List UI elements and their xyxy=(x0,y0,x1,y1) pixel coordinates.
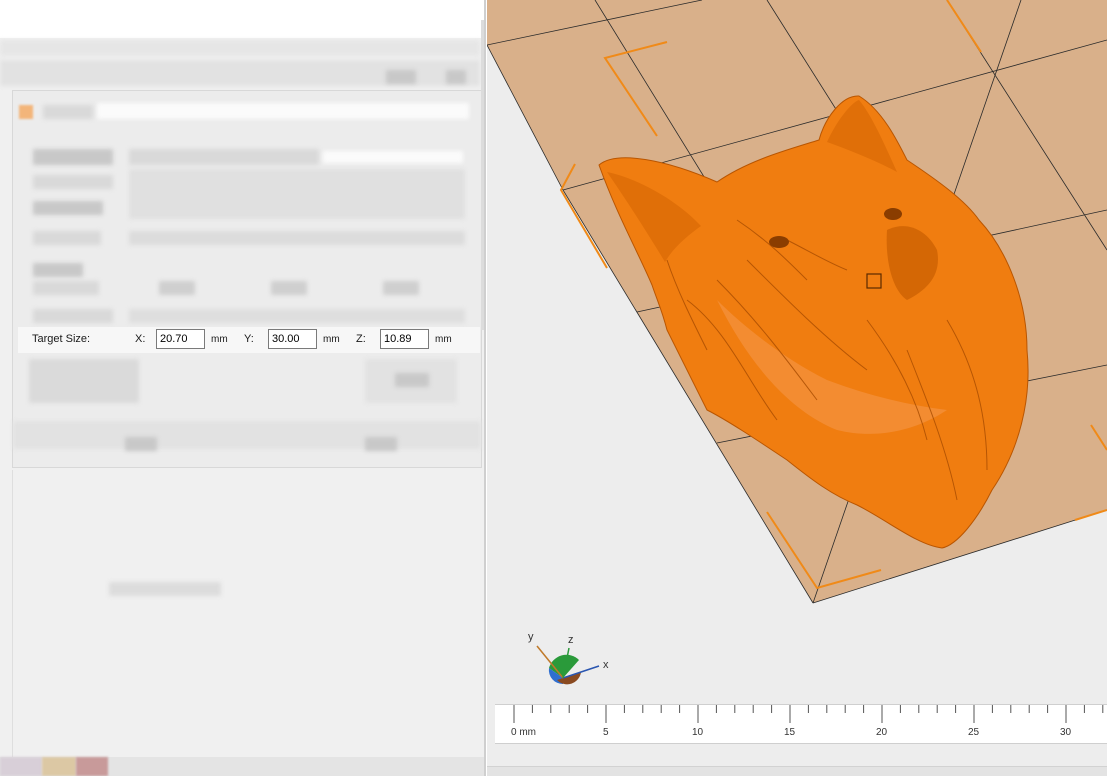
ruler-tick-label: 15 xyxy=(784,727,796,738)
target-z-label: Z: xyxy=(356,333,366,345)
dialog-icon xyxy=(19,105,33,119)
obscured-field-row[interactable] xyxy=(129,309,465,323)
obscured-label xyxy=(33,281,99,295)
obscured-field[interactable] xyxy=(129,149,319,165)
panel-divider[interactable] xyxy=(484,0,486,776)
obscured-field[interactable] xyxy=(323,151,463,163)
obscured-placeholder-text xyxy=(109,582,221,596)
ruler-tick-label: 20 xyxy=(876,727,888,738)
ruler-ticks xyxy=(513,705,1104,723)
gizmo-x-label: x xyxy=(603,659,609,671)
obscured-label xyxy=(33,149,113,165)
obscured-label xyxy=(33,309,113,323)
obscured-button[interactable] xyxy=(125,437,157,451)
obscured-button-label xyxy=(395,373,429,387)
obscured-option-group[interactable] xyxy=(29,359,139,403)
obscured-input[interactable] xyxy=(383,281,419,295)
obscured-section-label xyxy=(33,263,83,277)
target-z-unit: mm xyxy=(435,334,452,345)
obscured-swatch xyxy=(42,757,76,776)
3d-viewport[interactable]: y z x 0 mm 5 10 15 20 25 30 xyxy=(487,0,1107,776)
scale-dialog xyxy=(12,90,482,468)
bottom-status-strip xyxy=(0,757,485,776)
obscured-label xyxy=(33,175,113,189)
target-z-input[interactable] xyxy=(380,329,429,349)
obscured-row xyxy=(0,40,480,56)
obscured-button[interactable] xyxy=(446,70,466,84)
obscured-button[interactable] xyxy=(386,70,416,84)
gizmo-z-label: z xyxy=(568,634,574,646)
obscured-field-row[interactable] xyxy=(129,231,465,245)
axis-gizmo[interactable] xyxy=(536,645,600,685)
ruler-tick-label: 0 mm xyxy=(511,727,536,738)
obscured-button[interactable] xyxy=(365,437,397,451)
obscured-footer xyxy=(13,421,481,449)
obscured-label xyxy=(33,201,103,215)
measurement-ruler: 0 mm 5 10 15 20 25 30 xyxy=(495,704,1107,744)
gizmo-y-label: y xyxy=(528,631,534,643)
viewport-canvas[interactable] xyxy=(487,0,1107,776)
target-y-input[interactable] xyxy=(268,329,317,349)
ruler-tick-label: 5 xyxy=(603,727,609,738)
obscured-title-field[interactable] xyxy=(97,103,469,119)
target-y-unit: mm xyxy=(323,334,340,345)
target-y-label: Y: xyxy=(244,333,254,345)
viewport-status-strip xyxy=(487,766,1107,776)
obscured-label xyxy=(43,105,93,119)
ruler-tick-label: 10 xyxy=(692,727,704,738)
target-size-row: Target Size: X: mm Y: mm Z: mm xyxy=(18,327,480,353)
obscured-swatch xyxy=(0,757,42,776)
target-x-unit: mm xyxy=(211,334,228,345)
target-size-label: Target Size: xyxy=(32,333,91,345)
obscured-label xyxy=(33,231,101,245)
left-panel-header xyxy=(0,0,485,38)
left-lower-panel xyxy=(12,470,485,760)
ruler-tick-label: 25 xyxy=(968,727,980,738)
target-x-label: X: xyxy=(135,333,146,345)
obscured-swatch xyxy=(76,757,108,776)
obscured-input[interactable] xyxy=(159,281,195,295)
obscured-field-grid[interactable] xyxy=(129,169,465,219)
left-panel: Target Size: X: mm Y: mm Z: mm xyxy=(0,0,485,776)
target-x-input[interactable] xyxy=(156,329,205,349)
ruler-tick-label: 30 xyxy=(1060,727,1072,738)
obscured-input[interactable] xyxy=(271,281,307,295)
